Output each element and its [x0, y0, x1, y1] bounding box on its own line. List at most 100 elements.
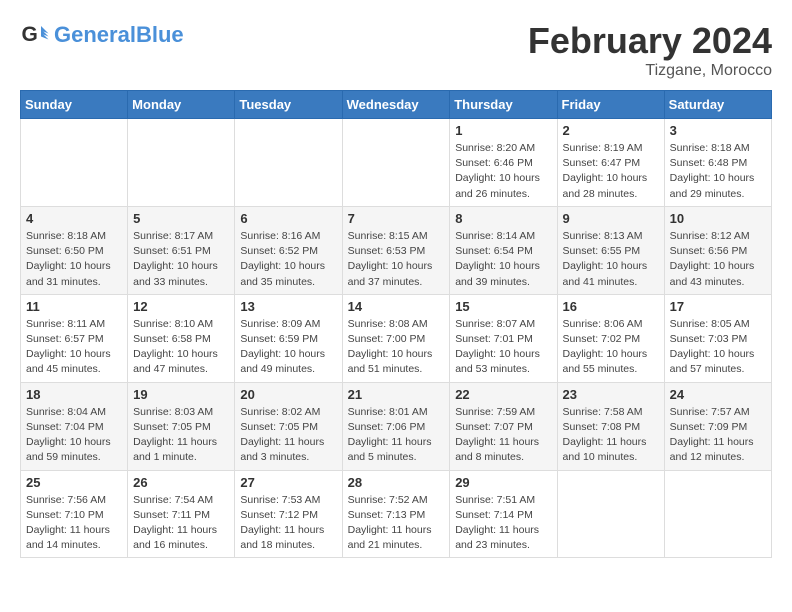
- calendar-cell: 18 Sunrise: 8:04 AM Sunset: 7:04 PM Dayli…: [21, 382, 128, 470]
- day-info: Sunrise: 8:13 AM Sunset: 6:55 PM Dayligh…: [563, 229, 659, 290]
- calendar-cell: 2 Sunrise: 8:19 AM Sunset: 6:47 PM Daylig…: [557, 119, 664, 207]
- day-number: 4: [26, 211, 122, 226]
- calendar-cell: 13 Sunrise: 8:09 AM Sunset: 6:59 PM Dayli…: [235, 294, 342, 382]
- day-number: 2: [563, 123, 659, 138]
- day-info: Sunrise: 8:20 AM Sunset: 6:46 PM Dayligh…: [455, 141, 551, 202]
- logo: G GeneralBlue: [20, 20, 184, 50]
- title-block: February 2024 Tizgane, Morocco: [528, 20, 772, 80]
- col-header-thursday: Thursday: [450, 91, 557, 119]
- calendar-cell: 6 Sunrise: 8:16 AM Sunset: 6:52 PM Daylig…: [235, 206, 342, 294]
- calendar-cell: [21, 119, 128, 207]
- day-number: 22: [455, 387, 551, 402]
- calendar-cell: [557, 470, 664, 558]
- day-info: Sunrise: 8:07 AM Sunset: 7:01 PM Dayligh…: [455, 317, 551, 378]
- calendar-table: SundayMondayTuesdayWednesdayThursdayFrid…: [20, 90, 772, 558]
- day-number: 21: [348, 387, 445, 402]
- header-row: SundayMondayTuesdayWednesdayThursdayFrid…: [21, 91, 772, 119]
- day-info: Sunrise: 8:11 AM Sunset: 6:57 PM Dayligh…: [26, 317, 122, 378]
- calendar-cell: 1Sunrise: 8:20 AM Sunset: 6:46 PM Daylig…: [450, 119, 557, 207]
- calendar-cell: 29 Sunrise: 7:51 AM Sunset: 7:14 PM Dayli…: [450, 470, 557, 558]
- week-row-3: 11 Sunrise: 8:11 AM Sunset: 6:57 PM Dayli…: [21, 294, 772, 382]
- day-number: 27: [240, 475, 336, 490]
- calendar-cell: 27Sunrise: 7:53 AM Sunset: 7:12 PM Dayli…: [235, 470, 342, 558]
- day-info: Sunrise: 7:56 AM Sunset: 7:10 PM Dayligh…: [26, 493, 122, 554]
- calendar-cell: 5 Sunrise: 8:17 AM Sunset: 6:51 PM Daylig…: [128, 206, 235, 294]
- calendar-cell: 23 Sunrise: 7:58 AM Sunset: 7:08 PM Dayli…: [557, 382, 664, 470]
- calendar-cell: 28 Sunrise: 7:52 AM Sunset: 7:13 PM Dayli…: [342, 470, 450, 558]
- day-info: Sunrise: 7:59 AM Sunset: 7:07 PM Dayligh…: [455, 405, 551, 466]
- day-number: 19: [133, 387, 229, 402]
- day-info: Sunrise: 8:19 AM Sunset: 6:47 PM Dayligh…: [563, 141, 659, 202]
- col-header-tuesday: Tuesday: [235, 91, 342, 119]
- day-number: 12: [133, 299, 229, 314]
- day-info: Sunrise: 8:10 AM Sunset: 6:58 PM Dayligh…: [133, 317, 229, 378]
- logo-icon: G: [20, 20, 50, 50]
- calendar-cell: [128, 119, 235, 207]
- calendar-cell: [664, 470, 771, 558]
- day-info: Sunrise: 7:57 AM Sunset: 7:09 PM Dayligh…: [670, 405, 766, 466]
- calendar-cell: 19 Sunrise: 8:03 AM Sunset: 7:05 PM Dayli…: [128, 382, 235, 470]
- day-info: Sunrise: 8:05 AM Sunset: 7:03 PM Dayligh…: [670, 317, 766, 378]
- day-number: 10: [670, 211, 766, 226]
- calendar-cell: 11 Sunrise: 8:11 AM Sunset: 6:57 PM Dayli…: [21, 294, 128, 382]
- day-number: 5: [133, 211, 229, 226]
- calendar-cell: [235, 119, 342, 207]
- calendar-cell: 10 Sunrise: 8:12 AM Sunset: 6:56 PM Dayli…: [664, 206, 771, 294]
- col-header-saturday: Saturday: [664, 91, 771, 119]
- col-header-friday: Friday: [557, 91, 664, 119]
- calendar-cell: 12 Sunrise: 8:10 AM Sunset: 6:58 PM Dayli…: [128, 294, 235, 382]
- day-info: Sunrise: 8:12 AM Sunset: 6:56 PM Dayligh…: [670, 229, 766, 290]
- week-row-5: 25 Sunrise: 7:56 AM Sunset: 7:10 PM Dayli…: [21, 470, 772, 558]
- calendar-cell: 14 Sunrise: 8:08 AM Sunset: 7:00 PM Dayli…: [342, 294, 450, 382]
- day-info: Sunrise: 8:04 AM Sunset: 7:04 PM Dayligh…: [26, 405, 122, 466]
- day-number: 6: [240, 211, 336, 226]
- day-number: 29: [455, 475, 551, 490]
- day-info: Sunrise: 7:54 AM Sunset: 7:11 PM Dayligh…: [133, 493, 229, 554]
- day-number: 23: [563, 387, 659, 402]
- day-number: 13: [240, 299, 336, 314]
- day-number: 17: [670, 299, 766, 314]
- day-number: 16: [563, 299, 659, 314]
- day-number: 7: [348, 211, 445, 226]
- day-number: 8: [455, 211, 551, 226]
- calendar-cell: 15Sunrise: 8:07 AM Sunset: 7:01 PM Dayli…: [450, 294, 557, 382]
- week-row-1: 1Sunrise: 8:20 AM Sunset: 6:46 PM Daylig…: [21, 119, 772, 207]
- calendar-cell: 22 Sunrise: 7:59 AM Sunset: 7:07 PM Dayli…: [450, 382, 557, 470]
- calendar-cell: 25 Sunrise: 7:56 AM Sunset: 7:10 PM Dayli…: [21, 470, 128, 558]
- day-info: Sunrise: 8:09 AM Sunset: 6:59 PM Dayligh…: [240, 317, 336, 378]
- col-header-monday: Monday: [128, 91, 235, 119]
- calendar-cell: 16 Sunrise: 8:06 AM Sunset: 7:02 PM Dayli…: [557, 294, 664, 382]
- day-info: Sunrise: 8:18 AM Sunset: 6:50 PM Dayligh…: [26, 229, 122, 290]
- day-number: 20: [240, 387, 336, 402]
- day-number: 14: [348, 299, 445, 314]
- calendar-cell: [342, 119, 450, 207]
- day-info: Sunrise: 8:06 AM Sunset: 7:02 PM Dayligh…: [563, 317, 659, 378]
- day-number: 25: [26, 475, 122, 490]
- calendar-cell: 21 Sunrise: 8:01 AM Sunset: 7:06 PM Dayli…: [342, 382, 450, 470]
- calendar-cell: 26 Sunrise: 7:54 AM Sunset: 7:11 PM Dayli…: [128, 470, 235, 558]
- day-number: 18: [26, 387, 122, 402]
- day-info: Sunrise: 8:08 AM Sunset: 7:00 PM Dayligh…: [348, 317, 445, 378]
- day-info: Sunrise: 8:16 AM Sunset: 6:52 PM Dayligh…: [240, 229, 336, 290]
- calendar-cell: 17 Sunrise: 8:05 AM Sunset: 7:03 PM Dayli…: [664, 294, 771, 382]
- day-info: Sunrise: 8:03 AM Sunset: 7:05 PM Dayligh…: [133, 405, 229, 466]
- day-number: 26: [133, 475, 229, 490]
- calendar-cell: 9 Sunrise: 8:13 AM Sunset: 6:55 PM Daylig…: [557, 206, 664, 294]
- logo-text: GeneralBlue: [54, 22, 184, 47]
- day-info: Sunrise: 8:17 AM Sunset: 6:51 PM Dayligh…: [133, 229, 229, 290]
- calendar-cell: 8 Sunrise: 8:14 AM Sunset: 6:54 PM Daylig…: [450, 206, 557, 294]
- day-info: Sunrise: 8:01 AM Sunset: 7:06 PM Dayligh…: [348, 405, 445, 466]
- day-number: 9: [563, 211, 659, 226]
- col-header-sunday: Sunday: [21, 91, 128, 119]
- day-info: Sunrise: 8:14 AM Sunset: 6:54 PM Dayligh…: [455, 229, 551, 290]
- day-number: 11: [26, 299, 122, 314]
- location: Tizgane, Morocco: [528, 62, 772, 80]
- day-number: 24: [670, 387, 766, 402]
- day-info: Sunrise: 7:52 AM Sunset: 7:13 PM Dayligh…: [348, 493, 445, 554]
- day-number: 3: [670, 123, 766, 138]
- calendar-cell: 3Sunrise: 8:18 AM Sunset: 6:48 PM Daylig…: [664, 119, 771, 207]
- day-number: 28: [348, 475, 445, 490]
- day-info: Sunrise: 7:58 AM Sunset: 7:08 PM Dayligh…: [563, 405, 659, 466]
- day-info: Sunrise: 7:51 AM Sunset: 7:14 PM Dayligh…: [455, 493, 551, 554]
- calendar-cell: 20Sunrise: 8:02 AM Sunset: 7:05 PM Dayli…: [235, 382, 342, 470]
